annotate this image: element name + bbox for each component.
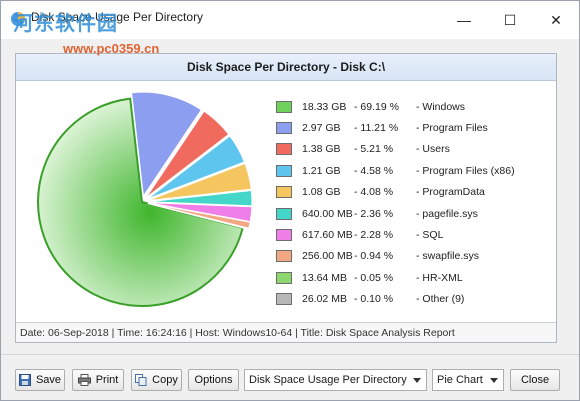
options-button[interactable]: Options — [188, 369, 239, 391]
divider — [1, 354, 579, 355]
legend-percent: - 4.08 % — [354, 186, 394, 199]
legend-label: - Program Files (x86) — [416, 164, 515, 177]
save-label: Save — [35, 374, 62, 386]
legend-swatch — [276, 207, 292, 220]
legend-swatch — [276, 122, 292, 135]
legend-size: 1.08 GB — [302, 186, 341, 199]
legend-item: 640.00 MB - 2.36 % - pagefile.sys — [276, 203, 546, 224]
legend-label: - Users — [416, 143, 450, 156]
legend-label: - Other (9) — [416, 293, 465, 306]
chart-type-value: Pie Chart — [437, 374, 483, 386]
report-panel: Disk Space Per Directory - Disk C:\ 18.3… — [15, 53, 557, 343]
close-label: Close — [520, 374, 550, 386]
watermark-url: www.pc0359.cn — [63, 41, 160, 56]
legend-percent: - 0.05 % — [354, 271, 394, 284]
legend-percent: - 0.94 % — [354, 250, 394, 263]
maximize-button[interactable]: ☐ — [487, 1, 533, 39]
legend-item: 1.38 GB - 5.21 % - Users — [276, 139, 546, 160]
legend-size: 18.33 GB — [302, 100, 347, 113]
legend-item: 1.08 GB - 4.08 % - ProgramData — [276, 182, 546, 203]
report-status-line: Date: 06-Sep-2018 | Time: 16:24:16 | Hos… — [16, 322, 556, 342]
close-button[interactable]: Close — [510, 369, 560, 391]
report-type-value: Disk Space Usage Per Directory — [249, 374, 407, 386]
minimize-icon: — — [457, 12, 471, 28]
legend-size: 13.64 MB — [302, 271, 347, 284]
chart-legend: 18.33 GB - 69.19 % - Windows 2.97 GB - 11.21… — [276, 96, 546, 310]
maximize-icon: ☐ — [503, 11, 517, 28]
floppy-icon — [18, 374, 31, 386]
title-bar: Disk Space Usage Per Directory 河东软件园 — ☐… — [1, 1, 579, 39]
printer-icon — [77, 374, 91, 386]
legend-label: - pagefile.sys — [416, 207, 478, 220]
chart-type-select[interactable]: Pie Chart — [432, 369, 504, 391]
watermark-logo: 河东软件园 — [13, 11, 118, 35]
legend-percent: - 5.21 % — [354, 143, 394, 156]
save-button[interactable]: Save — [15, 369, 65, 391]
minimize-button[interactable]: — — [441, 1, 487, 39]
panel-title: Disk Space Per Directory - Disk C:\ — [16, 54, 556, 81]
legend-swatch — [276, 143, 292, 156]
legend-percent: - 11.21 % — [354, 122, 399, 135]
legend-size: 617.60 MB — [302, 229, 353, 242]
legend-percent: - 0.10 % — [354, 293, 394, 306]
pie-chart — [37, 91, 253, 307]
legend-size: 26.02 MB — [302, 293, 347, 306]
legend-item: 617.60 MB - 2.28 % - SQL — [276, 224, 546, 245]
legend-size: 256.00 MB — [302, 250, 353, 263]
legend-item: 1.21 GB - 4.58 % - Program Files (x86) — [276, 160, 546, 181]
close-window-button[interactable]: ✕ — [533, 1, 579, 39]
legend-percent: - 4.58 % — [354, 164, 394, 177]
legend-size: 640.00 MB — [302, 207, 353, 220]
report-type-select[interactable]: Disk Space Usage Per Directory — [244, 369, 427, 391]
legend-label: - SQL — [416, 229, 444, 242]
chevron-down-icon — [490, 378, 498, 383]
legend-label: - HR-XML — [416, 271, 463, 284]
legend-label: - Program Files — [416, 122, 488, 135]
close-icon: ✕ — [550, 11, 562, 28]
copy-button[interactable]: Copy — [131, 369, 182, 391]
legend-item: 18.33 GB - 69.19 % - Windows — [276, 96, 546, 117]
copy-label: Copy — [152, 374, 178, 386]
legend-swatch — [276, 186, 292, 199]
legend-size: 2.97 GB — [302, 122, 341, 135]
legend-percent: - 69.19 % — [354, 100, 399, 113]
legend-swatch — [276, 250, 292, 263]
legend-swatch — [276, 271, 292, 284]
legend-size: 1.38 GB — [302, 143, 341, 156]
legend-swatch — [276, 293, 292, 306]
app-window: Disk Space Usage Per Directory 河东软件园 — ☐… — [0, 0, 580, 401]
legend-item: 2.97 GB - 11.21 % - Program Files — [276, 117, 546, 138]
legend-percent: - 2.36 % — [354, 207, 394, 220]
legend-size: 1.21 GB — [302, 164, 341, 177]
legend-item: 256.00 MB - 0.94 % - swapfile.sys — [276, 246, 546, 267]
options-label: Options — [194, 374, 233, 386]
legend-swatch — [276, 100, 292, 113]
legend-label: - swapfile.sys — [416, 250, 480, 263]
chevron-down-icon — [413, 378, 421, 383]
print-button[interactable]: Print — [72, 369, 124, 391]
copy-icon — [135, 374, 147, 386]
print-label: Print — [95, 374, 119, 386]
legend-item: 26.02 MB - 0.10 % - Other (9) — [276, 289, 546, 310]
legend-swatch — [276, 164, 292, 177]
legend-percent: - 2.28 % — [354, 229, 394, 242]
legend-item: 13.64 MB - 0.05 % - HR-XML — [276, 267, 546, 288]
legend-swatch — [276, 229, 292, 242]
legend-label: - Windows — [416, 100, 466, 113]
legend-label: - ProgramData — [416, 186, 485, 199]
